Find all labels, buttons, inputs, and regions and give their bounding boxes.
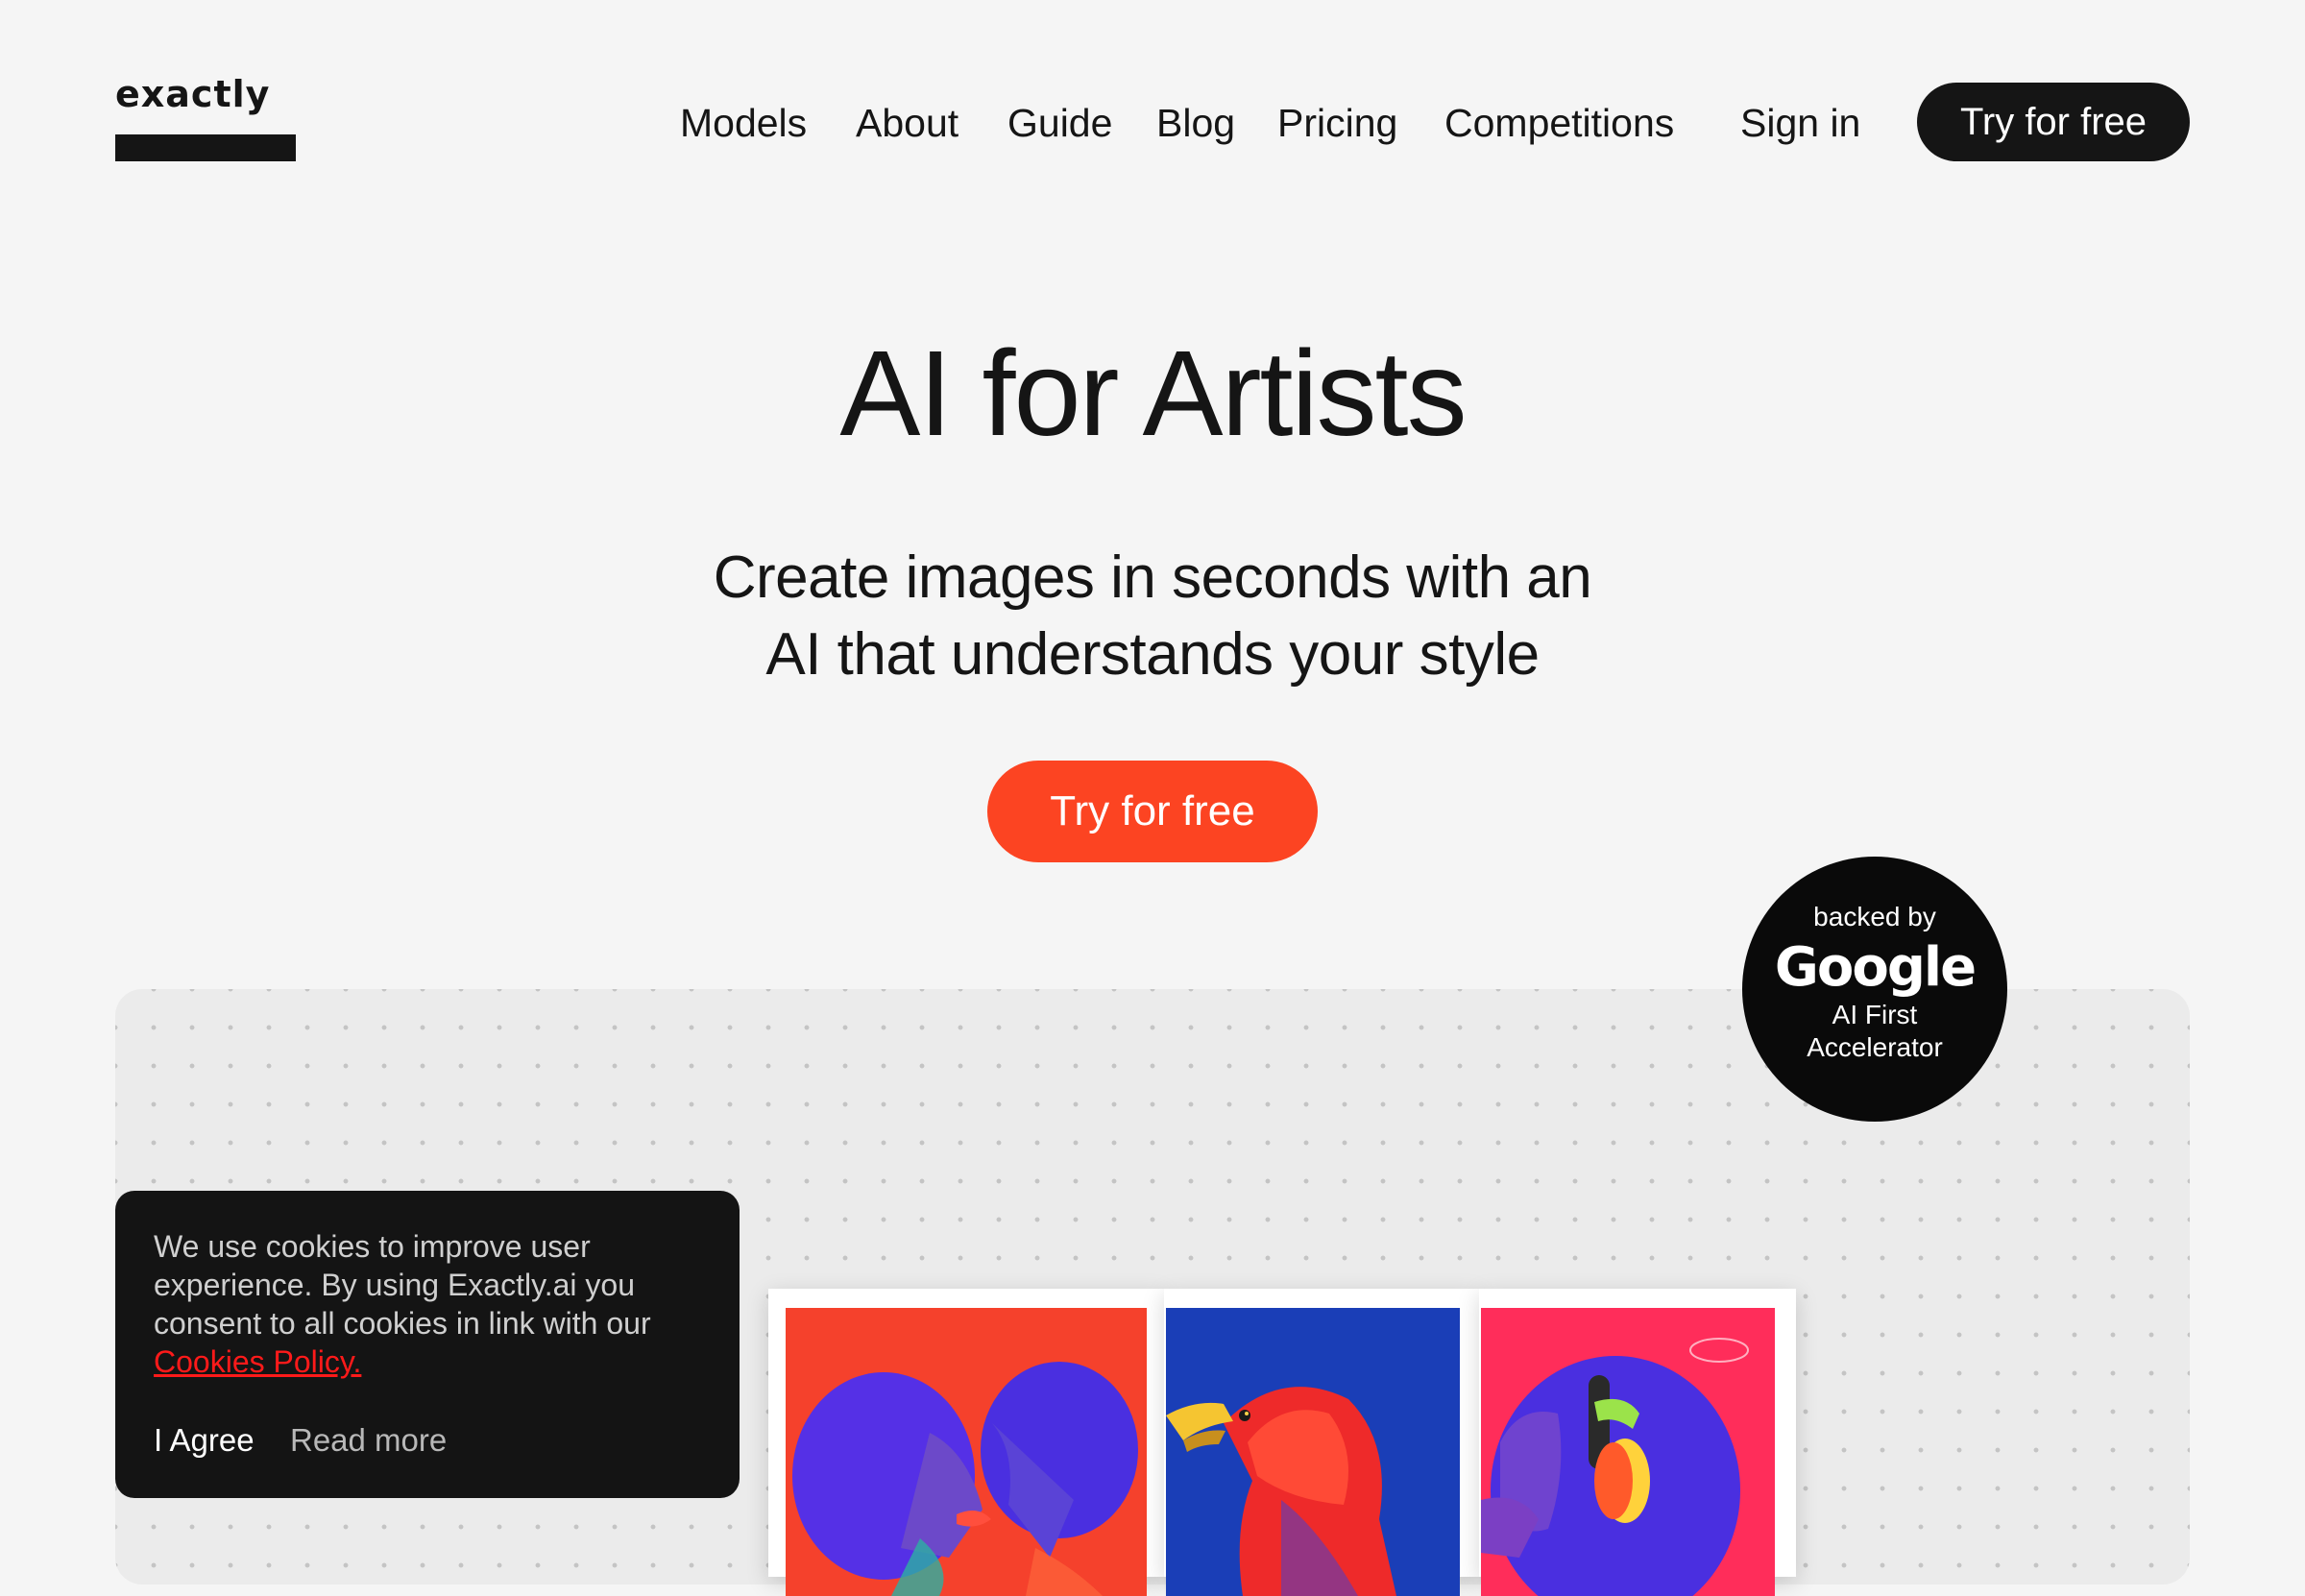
nav-link-guide[interactable]: Guide [1007,83,1112,163]
artwork-gallery [768,1289,1796,1596]
artwork-frame-kiss [768,1289,1164,1596]
hero-title: AI for Artists [839,326,1467,461]
artwork-kiss-image [786,1308,1147,1596]
google-ai-first-badge: backed by Google AI First Accelerator [1742,857,2007,1122]
badge-line-2: Accelerator [1807,1032,1943,1062]
artwork-frame-eagle [1164,1289,1479,1596]
artwork-frame-headphones [1479,1289,1796,1596]
badge-backed-by: backed by [1813,902,1936,931]
nav-link-sign-in[interactable]: Sign in [1740,83,1860,163]
cookie-read-more-link[interactable]: Read more [290,1419,447,1462]
nav-link-blog[interactable]: Blog [1156,83,1235,163]
cookie-message-text: We use cookies to improve user experienc… [154,1229,651,1341]
hero-subtitle: Create images in seconds with an AI that… [576,540,1729,693]
nav-link-pricing[interactable]: Pricing [1277,83,1397,163]
cookies-policy-link[interactable]: Cookies Policy. [154,1344,361,1379]
cookie-message: We use cookies to improve user experienc… [154,1227,720,1381]
artwork-headphones-image [1481,1308,1775,1596]
hero-subtitle-line-1: Create images in seconds with an [713,544,1592,611]
artwork-eagle-image [1166,1308,1460,1596]
cookie-agree-button[interactable]: I Agree [154,1419,255,1462]
google-logo: Google [1774,936,1977,999]
header-try-for-free-button[interactable]: Try for free [1917,83,2190,161]
hero-try-for-free-button[interactable]: Try for free [987,761,1318,862]
nav-link-competitions[interactable]: Competitions [1444,83,1674,163]
badge-line-1: AI First [1832,1000,1918,1029]
nav-link-models[interactable]: Models [680,83,807,163]
cookie-consent-banner: We use cookies to improve user experienc… [115,1191,740,1498]
hero-subtitle-line-2: AI that understands your style [765,621,1540,688]
nav-link-about[interactable]: About [856,83,958,163]
